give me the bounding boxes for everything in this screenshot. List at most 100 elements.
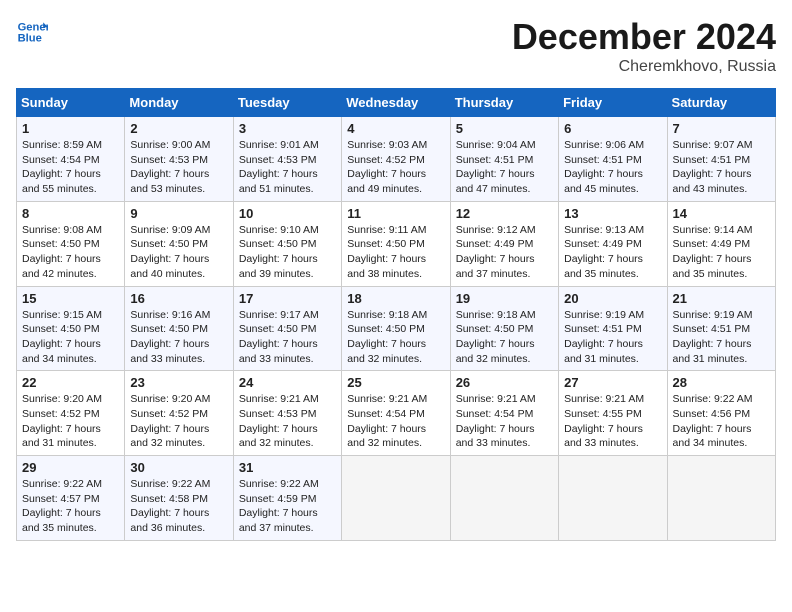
calendar-day-cell: 24 Sunrise: 9:21 AMSunset: 4:53 PMDaylig… bbox=[233, 371, 341, 456]
calendar-day-cell: 5 Sunrise: 9:04 AMSunset: 4:51 PMDayligh… bbox=[450, 117, 558, 202]
day-number: 4 bbox=[347, 121, 444, 136]
day-number: 26 bbox=[456, 375, 553, 390]
day-detail: Sunrise: 9:01 AMSunset: 4:53 PMDaylight:… bbox=[239, 139, 319, 195]
calendar-day-cell: 22 Sunrise: 9:20 AMSunset: 4:52 PMDaylig… bbox=[17, 371, 125, 456]
day-number: 15 bbox=[22, 291, 119, 306]
calendar-day-cell: 25 Sunrise: 9:21 AMSunset: 4:54 PMDaylig… bbox=[342, 371, 450, 456]
day-detail: Sunrise: 9:20 AMSunset: 4:52 PMDaylight:… bbox=[22, 393, 102, 449]
weekday-header-cell: Saturday bbox=[667, 89, 775, 117]
calendar-day-cell: 28 Sunrise: 9:22 AMSunset: 4:56 PMDaylig… bbox=[667, 371, 775, 456]
day-detail: Sunrise: 9:06 AMSunset: 4:51 PMDaylight:… bbox=[564, 139, 644, 195]
day-detail: Sunrise: 9:09 AMSunset: 4:50 PMDaylight:… bbox=[130, 224, 210, 280]
day-detail: Sunrise: 9:22 AMSunset: 4:57 PMDaylight:… bbox=[22, 478, 102, 534]
day-number: 27 bbox=[564, 375, 661, 390]
calendar-day-cell: 17 Sunrise: 9:17 AMSunset: 4:50 PMDaylig… bbox=[233, 286, 341, 371]
calendar-table: SundayMondayTuesdayWednesdayThursdayFrid… bbox=[16, 88, 776, 541]
weekday-header-cell: Thursday bbox=[450, 89, 558, 117]
day-number: 7 bbox=[673, 121, 770, 136]
calendar-day-cell bbox=[342, 456, 450, 541]
calendar-day-cell: 31 Sunrise: 9:22 AMSunset: 4:59 PMDaylig… bbox=[233, 456, 341, 541]
weekday-header-cell: Tuesday bbox=[233, 89, 341, 117]
calendar-day-cell: 21 Sunrise: 9:19 AMSunset: 4:51 PMDaylig… bbox=[667, 286, 775, 371]
day-detail: Sunrise: 9:19 AMSunset: 4:51 PMDaylight:… bbox=[673, 309, 753, 365]
day-detail: Sunrise: 9:08 AMSunset: 4:50 PMDaylight:… bbox=[22, 224, 102, 280]
day-detail: Sunrise: 9:22 AMSunset: 4:59 PMDaylight:… bbox=[239, 478, 319, 534]
day-number: 25 bbox=[347, 375, 444, 390]
calendar-week-row: 1 Sunrise: 8:59 AMSunset: 4:54 PMDayligh… bbox=[17, 117, 776, 202]
calendar-day-cell: 4 Sunrise: 9:03 AMSunset: 4:52 PMDayligh… bbox=[342, 117, 450, 202]
day-number: 14 bbox=[673, 206, 770, 221]
day-number: 23 bbox=[130, 375, 227, 390]
day-detail: Sunrise: 9:11 AMSunset: 4:50 PMDaylight:… bbox=[347, 224, 426, 280]
day-number: 12 bbox=[456, 206, 553, 221]
calendar-day-cell: 10 Sunrise: 9:10 AMSunset: 4:50 PMDaylig… bbox=[233, 201, 341, 286]
day-detail: Sunrise: 9:12 AMSunset: 4:49 PMDaylight:… bbox=[456, 224, 536, 280]
day-detail: Sunrise: 8:59 AMSunset: 4:54 PMDaylight:… bbox=[22, 139, 102, 195]
calendar-day-cell: 8 Sunrise: 9:08 AMSunset: 4:50 PMDayligh… bbox=[17, 201, 125, 286]
day-detail: Sunrise: 9:20 AMSunset: 4:52 PMDaylight:… bbox=[130, 393, 210, 449]
day-number: 31 bbox=[239, 460, 336, 475]
day-number: 3 bbox=[239, 121, 336, 136]
logo: General Blue bbox=[16, 16, 48, 48]
calendar-day-cell: 26 Sunrise: 9:21 AMSunset: 4:54 PMDaylig… bbox=[450, 371, 558, 456]
calendar-day-cell: 2 Sunrise: 9:00 AMSunset: 4:53 PMDayligh… bbox=[125, 117, 233, 202]
day-number: 6 bbox=[564, 121, 661, 136]
calendar-day-cell: 9 Sunrise: 9:09 AMSunset: 4:50 PMDayligh… bbox=[125, 201, 233, 286]
calendar-day-cell bbox=[559, 456, 667, 541]
day-detail: Sunrise: 9:03 AMSunset: 4:52 PMDaylight:… bbox=[347, 139, 427, 195]
calendar-day-cell: 16 Sunrise: 9:16 AMSunset: 4:50 PMDaylig… bbox=[125, 286, 233, 371]
day-number: 29 bbox=[22, 460, 119, 475]
calendar-day-cell: 13 Sunrise: 9:13 AMSunset: 4:49 PMDaylig… bbox=[559, 201, 667, 286]
calendar-week-row: 29 Sunrise: 9:22 AMSunset: 4:57 PMDaylig… bbox=[17, 456, 776, 541]
calendar-day-cell: 11 Sunrise: 9:11 AMSunset: 4:50 PMDaylig… bbox=[342, 201, 450, 286]
day-detail: Sunrise: 9:07 AMSunset: 4:51 PMDaylight:… bbox=[673, 139, 753, 195]
calendar-day-cell: 30 Sunrise: 9:22 AMSunset: 4:58 PMDaylig… bbox=[125, 456, 233, 541]
page-header: General Blue December 2024 Cheremkhovo, … bbox=[16, 16, 776, 76]
day-detail: Sunrise: 9:21 AMSunset: 4:53 PMDaylight:… bbox=[239, 393, 319, 449]
weekday-header-cell: Monday bbox=[125, 89, 233, 117]
svg-text:Blue: Blue bbox=[18, 33, 42, 45]
day-detail: Sunrise: 9:13 AMSunset: 4:49 PMDaylight:… bbox=[564, 224, 644, 280]
day-detail: Sunrise: 9:00 AMSunset: 4:53 PMDaylight:… bbox=[130, 139, 210, 195]
day-detail: Sunrise: 9:04 AMSunset: 4:51 PMDaylight:… bbox=[456, 139, 536, 195]
calendar-body: 1 Sunrise: 8:59 AMSunset: 4:54 PMDayligh… bbox=[17, 117, 776, 541]
calendar-day-cell bbox=[450, 456, 558, 541]
day-number: 20 bbox=[564, 291, 661, 306]
day-number: 18 bbox=[347, 291, 444, 306]
logo-icon: General Blue bbox=[16, 16, 48, 48]
day-number: 13 bbox=[564, 206, 661, 221]
day-detail: Sunrise: 9:18 AMSunset: 4:50 PMDaylight:… bbox=[456, 309, 536, 365]
day-number: 17 bbox=[239, 291, 336, 306]
day-detail: Sunrise: 9:19 AMSunset: 4:51 PMDaylight:… bbox=[564, 309, 644, 365]
weekday-header-row: SundayMondayTuesdayWednesdayThursdayFrid… bbox=[17, 89, 776, 117]
calendar-day-cell: 7 Sunrise: 9:07 AMSunset: 4:51 PMDayligh… bbox=[667, 117, 775, 202]
calendar-day-cell: 27 Sunrise: 9:21 AMSunset: 4:55 PMDaylig… bbox=[559, 371, 667, 456]
day-number: 30 bbox=[130, 460, 227, 475]
day-detail: Sunrise: 9:18 AMSunset: 4:50 PMDaylight:… bbox=[347, 309, 427, 365]
calendar-day-cell: 20 Sunrise: 9:19 AMSunset: 4:51 PMDaylig… bbox=[559, 286, 667, 371]
calendar-week-row: 15 Sunrise: 9:15 AMSunset: 4:50 PMDaylig… bbox=[17, 286, 776, 371]
day-detail: Sunrise: 9:14 AMSunset: 4:49 PMDaylight:… bbox=[673, 224, 753, 280]
day-number: 8 bbox=[22, 206, 119, 221]
day-detail: Sunrise: 9:21 AMSunset: 4:55 PMDaylight:… bbox=[564, 393, 644, 449]
title-block: December 2024 Cheremkhovo, Russia bbox=[512, 16, 776, 76]
day-detail: Sunrise: 9:15 AMSunset: 4:50 PMDaylight:… bbox=[22, 309, 102, 365]
calendar-day-cell: 29 Sunrise: 9:22 AMSunset: 4:57 PMDaylig… bbox=[17, 456, 125, 541]
day-number: 19 bbox=[456, 291, 553, 306]
calendar-day-cell: 18 Sunrise: 9:18 AMSunset: 4:50 PMDaylig… bbox=[342, 286, 450, 371]
day-number: 10 bbox=[239, 206, 336, 221]
day-detail: Sunrise: 9:22 AMSunset: 4:58 PMDaylight:… bbox=[130, 478, 210, 534]
day-number: 5 bbox=[456, 121, 553, 136]
calendar-day-cell: 19 Sunrise: 9:18 AMSunset: 4:50 PMDaylig… bbox=[450, 286, 558, 371]
day-detail: Sunrise: 9:21 AMSunset: 4:54 PMDaylight:… bbox=[347, 393, 427, 449]
day-detail: Sunrise: 9:16 AMSunset: 4:50 PMDaylight:… bbox=[130, 309, 210, 365]
day-detail: Sunrise: 9:22 AMSunset: 4:56 PMDaylight:… bbox=[673, 393, 753, 449]
calendar-day-cell: 6 Sunrise: 9:06 AMSunset: 4:51 PMDayligh… bbox=[559, 117, 667, 202]
day-number: 22 bbox=[22, 375, 119, 390]
calendar-day-cell: 14 Sunrise: 9:14 AMSunset: 4:49 PMDaylig… bbox=[667, 201, 775, 286]
day-number: 16 bbox=[130, 291, 227, 306]
day-number: 11 bbox=[347, 206, 444, 221]
calendar-week-row: 8 Sunrise: 9:08 AMSunset: 4:50 PMDayligh… bbox=[17, 201, 776, 286]
day-number: 2 bbox=[130, 121, 227, 136]
day-detail: Sunrise: 9:10 AMSunset: 4:50 PMDaylight:… bbox=[239, 224, 319, 280]
